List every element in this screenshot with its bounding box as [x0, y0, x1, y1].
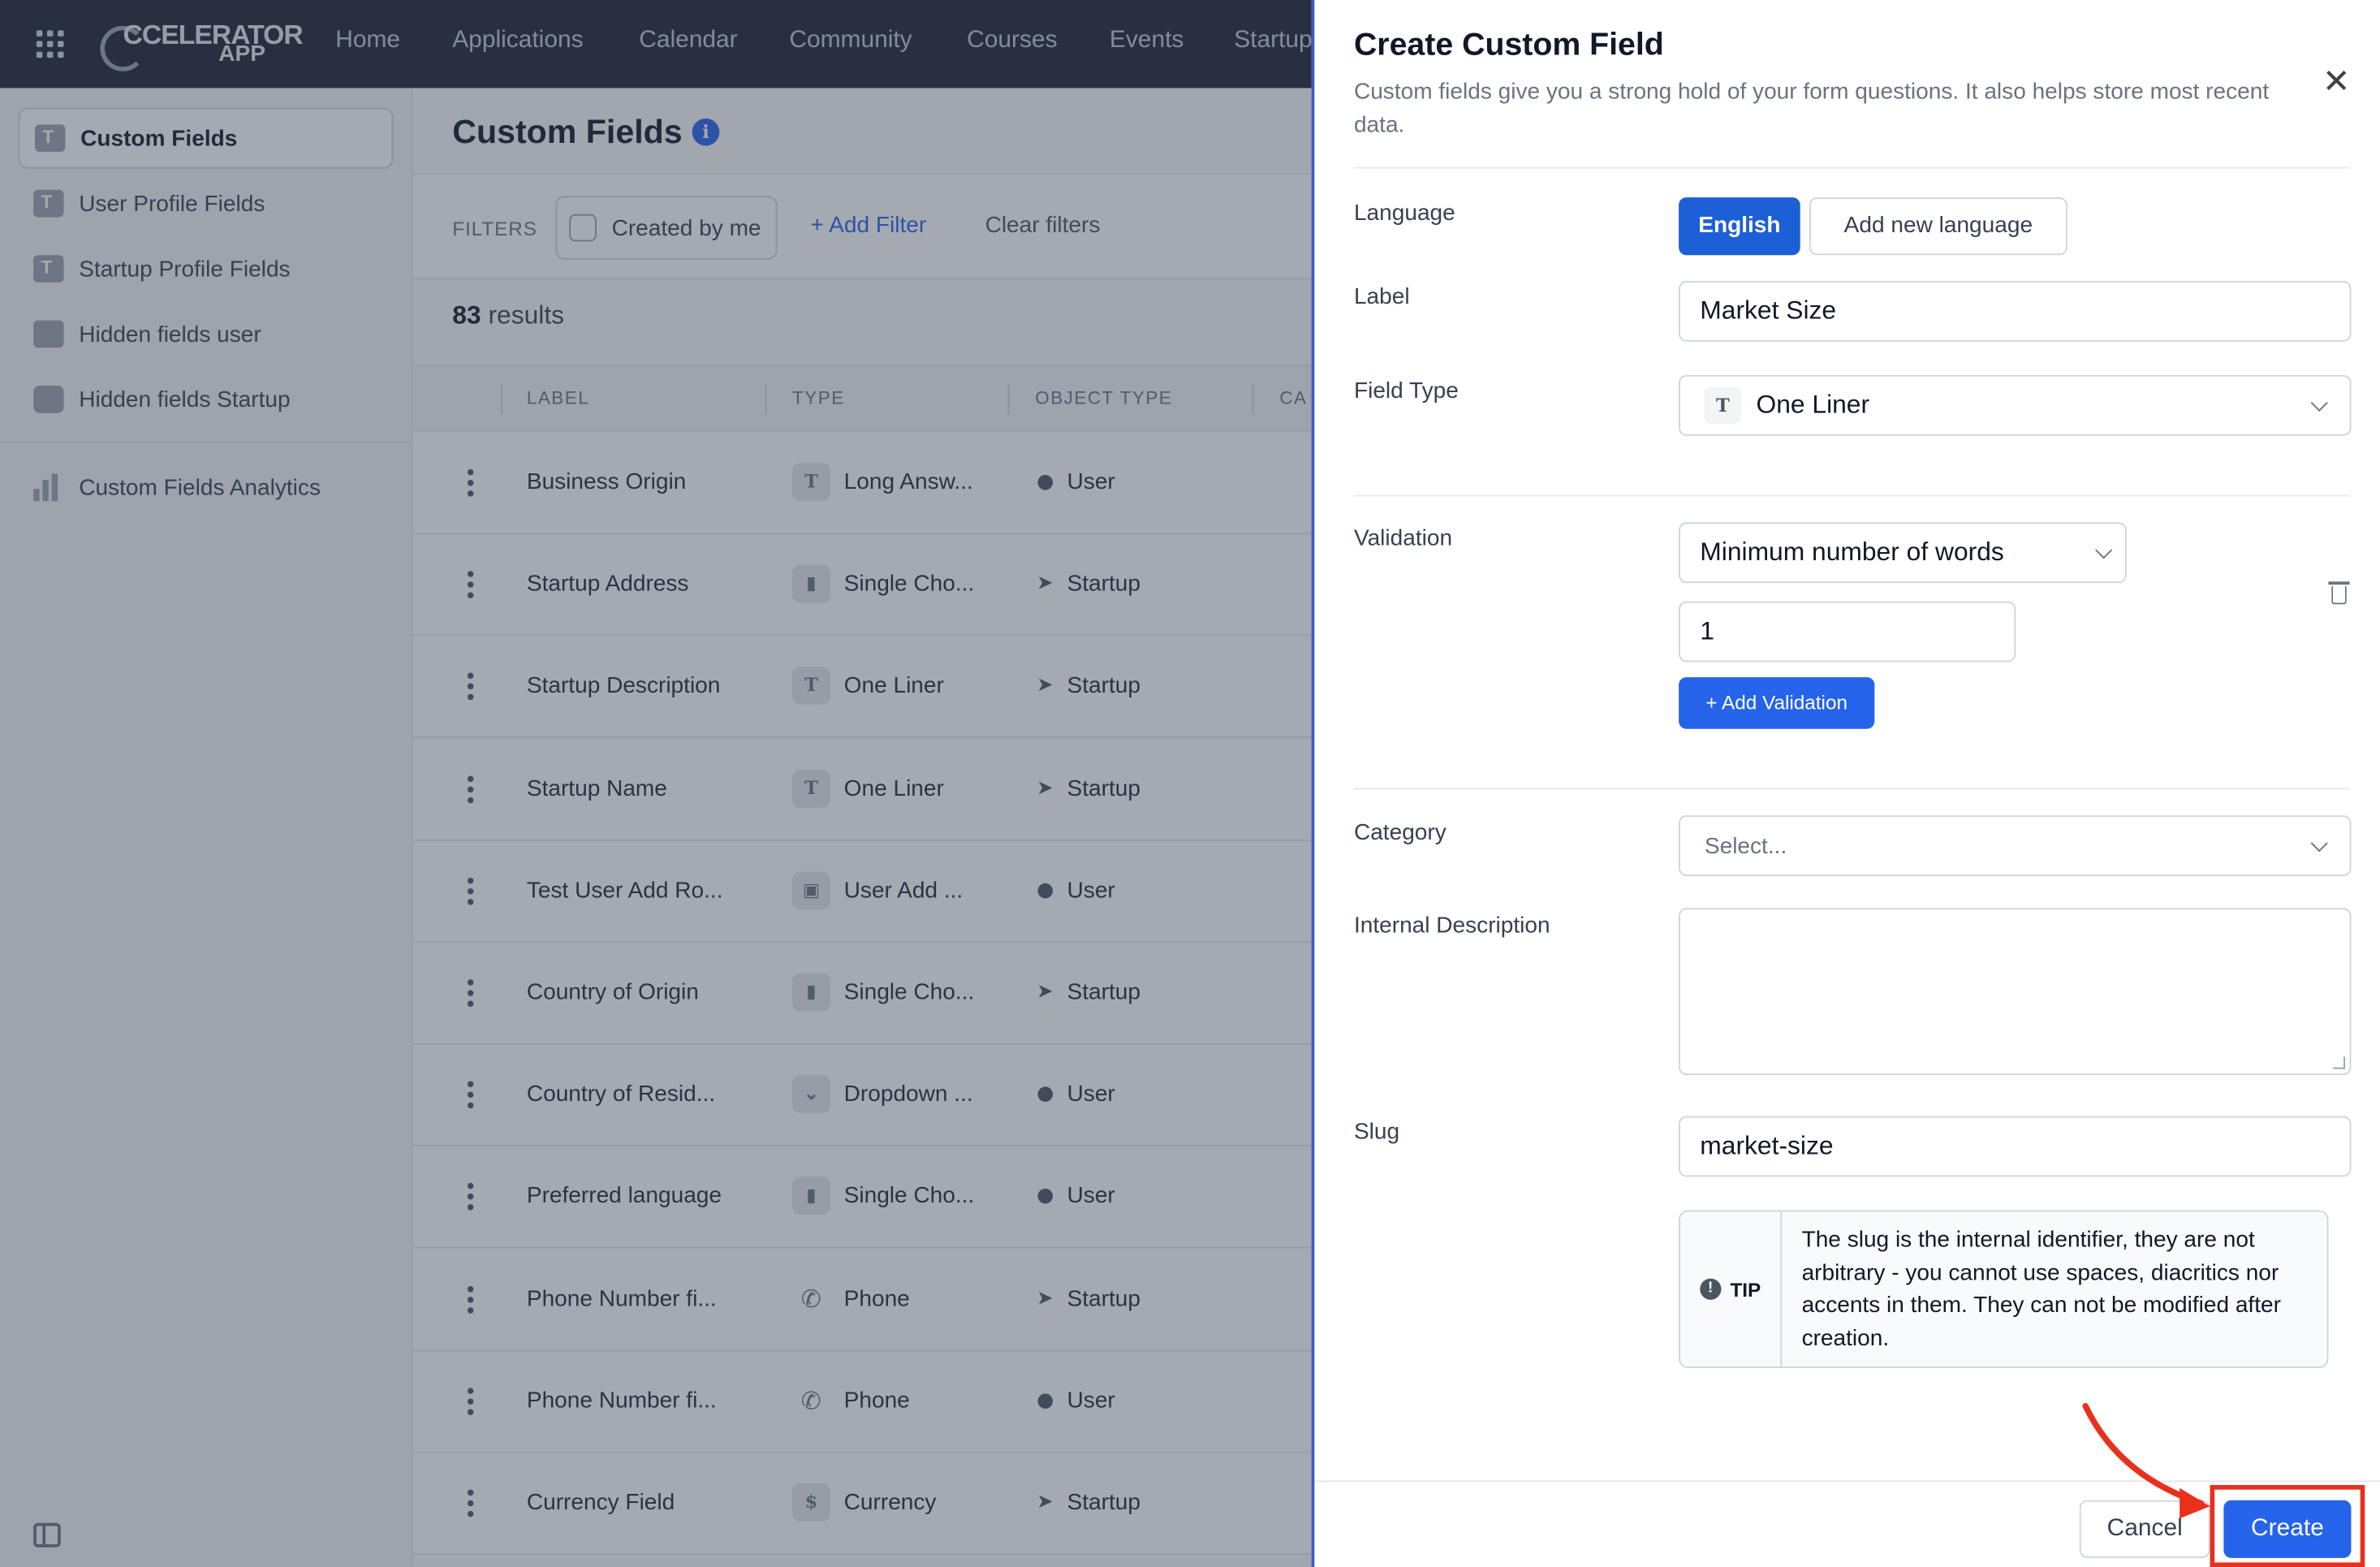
divider: [1353, 166, 2350, 169]
internal-description-label: Internal Description: [1353, 912, 1550, 939]
create-custom-field-drawer: Create Custom Field Custom fields give y…: [1311, 0, 2380, 1567]
chevron-down-icon: [2095, 542, 2113, 559]
add-new-language-button[interactable]: Add new language: [1809, 197, 2067, 256]
slug-label: Slug: [1353, 1119, 1400, 1146]
slug-tip: ! TIP The slug is the internal identifie…: [1679, 1210, 2329, 1369]
chevron-down-icon: [2310, 835, 2328, 853]
chevron-down-icon: [2310, 394, 2328, 412]
annotation-arrow-icon: [2082, 1403, 2210, 1519]
alert-icon: !: [1700, 1278, 1722, 1300]
category-select[interactable]: Select...: [1679, 815, 2352, 877]
language-english-button[interactable]: English: [1679, 197, 1800, 256]
internal-description-textarea[interactable]: [1679, 908, 2352, 1076]
trash-icon[interactable]: [2328, 581, 2350, 606]
slug-input[interactable]: market-size: [1679, 1116, 2352, 1177]
label-input[interactable]: Market Size: [1679, 280, 2352, 342]
divider: [1353, 494, 2350, 497]
category-label: Category: [1353, 819, 1447, 846]
text-type-icon: T: [1704, 386, 1741, 424]
label-label: Label: [1353, 283, 1410, 310]
field-type-select[interactable]: T One Liner: [1679, 374, 2352, 436]
drawer-subtitle: Custom fields give you a strong hold of …: [1353, 79, 2270, 139]
highlight-box: [2210, 1485, 2365, 1567]
close-icon[interactable]: ✕: [2322, 64, 2350, 102]
validation-label: Validation: [1353, 525, 1453, 551]
field-type-label: Field Type: [1353, 378, 1459, 404]
tip-text: The slug is the internal identifier, the…: [1801, 1227, 2281, 1351]
divider: [1353, 788, 2350, 790]
drawer-title: Create Custom Field: [1353, 27, 1664, 63]
language-label: Language: [1353, 200, 1455, 227]
validation-value-input[interactable]: 1: [1679, 601, 2016, 663]
validation-rule-select[interactable]: Minimum number of words: [1679, 522, 2127, 584]
add-validation-button[interactable]: + Add Validation: [1679, 677, 1875, 729]
modal-overlay[interactable]: [0, 0, 1312, 1567]
